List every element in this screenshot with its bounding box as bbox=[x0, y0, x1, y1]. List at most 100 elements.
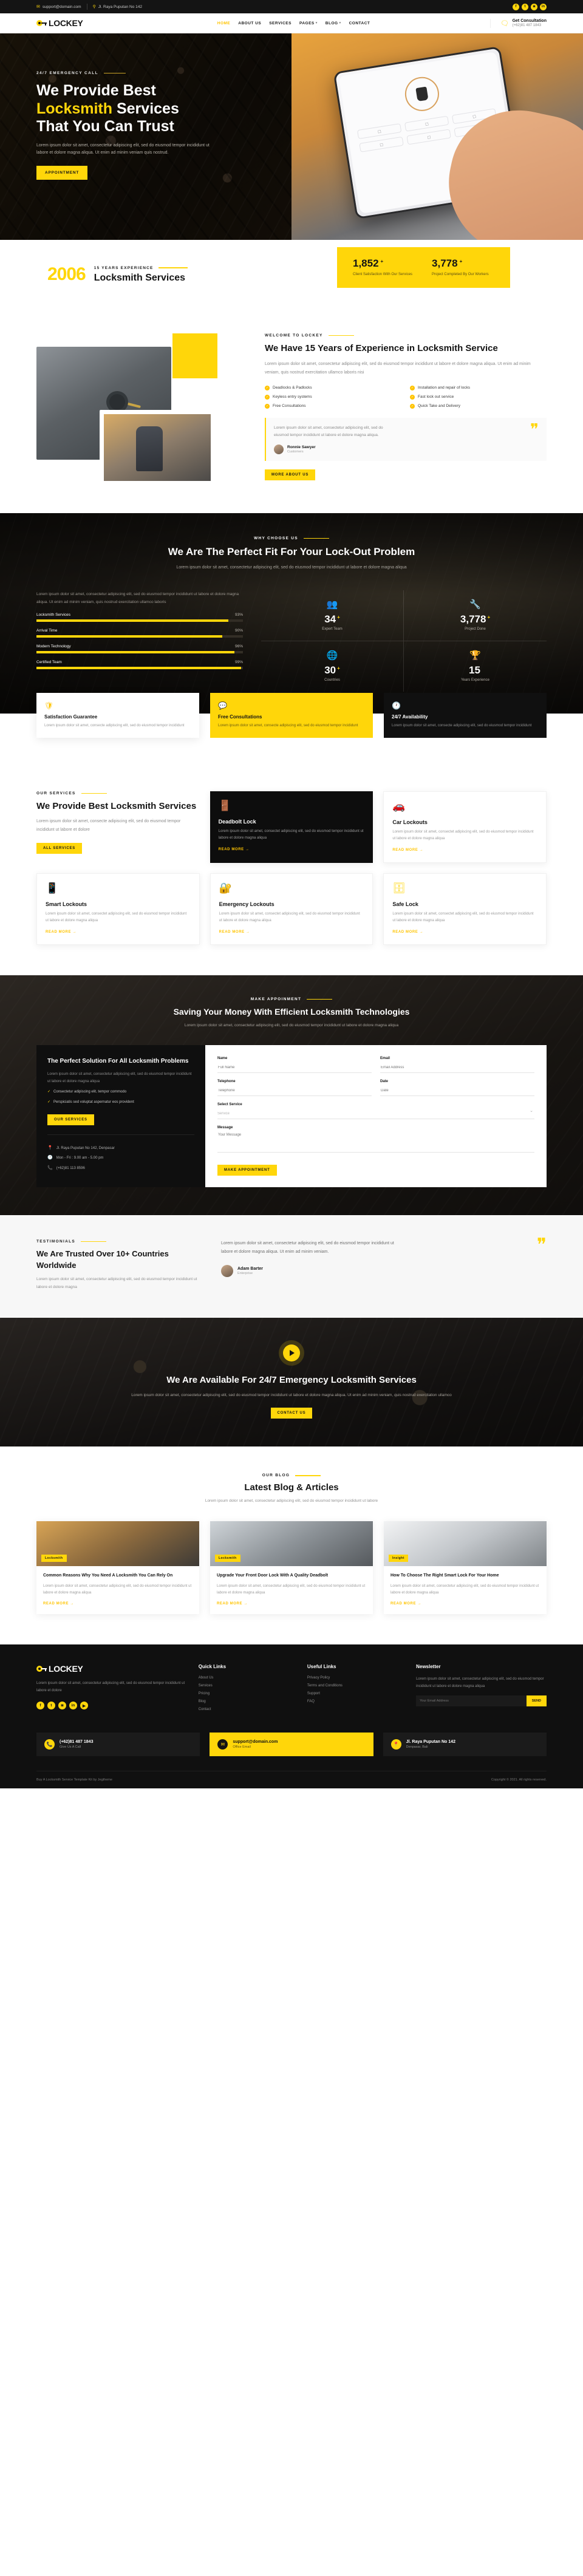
blog-read-more[interactable]: READ MORE → bbox=[43, 1602, 74, 1606]
footer-contact-address[interactable]: 📍 Jl. Raya Puputan No 142 Denpasar, Bali bbox=[383, 1733, 547, 1757]
testimonial-section: TESTIMONIALS We Are Trusted Over 10+ Cou… bbox=[0, 1215, 583, 1318]
blog-card[interactable]: Locksmith Upgrade Your Front Door Lock W… bbox=[210, 1521, 373, 1615]
service-title: Safe Lock bbox=[392, 901, 418, 908]
service-card-safe-lock[interactable]: 🗄 Safe Lock Lorem ipsum dolor sit amet, … bbox=[383, 873, 547, 946]
blog-tag[interactable]: Insight bbox=[389, 1555, 408, 1562]
globe-icon: 🌐 bbox=[326, 650, 338, 661]
check-icon: ✓ bbox=[265, 394, 270, 400]
name-input[interactable] bbox=[217, 1063, 372, 1074]
footer-link-pricing[interactable]: Pricing bbox=[199, 1692, 295, 1695]
smart-lock-icon: 📱 bbox=[46, 882, 59, 894]
feature-card-satisfaction-guarantee[interactable]: 🛡 Satisfaction Guarantee Lorem ipsum dol… bbox=[36, 693, 199, 738]
all-services-button[interactable]: ALL SERVICES bbox=[36, 842, 83, 854]
newsletter-email-input[interactable] bbox=[416, 1695, 527, 1707]
nav-item-contact[interactable]: CONTACT bbox=[349, 21, 370, 26]
blog-card[interactable]: Insight How To Choose The Right Smart Lo… bbox=[384, 1521, 547, 1615]
footer-link-contact[interactable]: Contact bbox=[199, 1708, 295, 1711]
service-card-emergency-lockouts[interactable]: 🔐 Emergency Lockouts Lorem ipsum dolor s… bbox=[210, 873, 373, 946]
footer-link-privacy-policy[interactable]: Privacy Policy bbox=[307, 1676, 404, 1680]
why-paragraph: Lorem ipsum dolor sit amet, consectetur … bbox=[176, 565, 407, 570]
linkedin-icon[interactable]: in bbox=[540, 3, 547, 10]
nav-consultation[interactable]: 🗨 Get Consultation (+62)81 487 1843 bbox=[489, 18, 547, 28]
blog-card[interactable]: Locksmith Common Reasons Why You Need A … bbox=[36, 1521, 199, 1615]
hero-paragraph: Lorem ipsum dolor sit amet, consectetur … bbox=[36, 143, 210, 155]
email-input[interactable] bbox=[380, 1063, 534, 1074]
divider bbox=[295, 1475, 321, 1476]
twitter-icon[interactable]: t bbox=[47, 1702, 55, 1710]
experience-eyebrow: 15 YEARS EXPERIENCE bbox=[94, 266, 188, 270]
service-read-more[interactable]: READ MORE → bbox=[392, 930, 423, 934]
worker-figure bbox=[135, 426, 163, 471]
date-input[interactable] bbox=[380, 1086, 534, 1097]
date-label: Date bbox=[380, 1080, 389, 1084]
facebook-icon[interactable]: f bbox=[513, 3, 519, 10]
service-read-more[interactable]: READ MORE → bbox=[46, 930, 77, 934]
hero-appointment-button[interactable]: APPOINTMENT bbox=[36, 166, 88, 180]
footer-useful-links: Useful Links Privacy Policy Terms and Co… bbox=[307, 1664, 404, 1716]
footer-link-terms[interactable]: Terms and Conditions bbox=[307, 1684, 404, 1688]
linkedin-icon[interactable]: in bbox=[69, 1702, 77, 1710]
feature-card-free-consultations[interactable]: 💬 Free Consultations Lorem ipsum dolor s… bbox=[210, 693, 373, 738]
telephone-input[interactable] bbox=[217, 1086, 372, 1097]
feature-item: ✓ Installation and repair of locks bbox=[410, 385, 470, 390]
nav-item-blog[interactable]: BLOG ▾ bbox=[326, 21, 341, 26]
service-read-more[interactable]: READ MORE → bbox=[219, 930, 250, 934]
service-read-more[interactable]: READ MORE → bbox=[392, 848, 423, 852]
services-paragraph: Lorem ipsum dolor sit amet, consecte adi… bbox=[36, 819, 181, 832]
stat-value: 30 bbox=[324, 664, 336, 676]
service-read-more[interactable]: READ MORE → bbox=[219, 848, 250, 851]
blog-read-more[interactable]: READ MORE → bbox=[390, 1602, 421, 1606]
footer-quick-links: Quick Links About Us Services Pricing Bl… bbox=[199, 1664, 295, 1716]
service-card-deadbolt-lock[interactable]: 🚪 Deadbolt Lock Lorem ipsum dolor sit am… bbox=[210, 791, 373, 864]
youtube-icon[interactable]: ▶ bbox=[80, 1702, 88, 1710]
footer-link-support[interactable]: Support bbox=[307, 1692, 404, 1695]
about-more-button[interactable]: MORE ABOUT US bbox=[265, 469, 316, 480]
footer-link-services[interactable]: Services bbox=[199, 1684, 295, 1688]
top-bar-contact-group: ✉ support@domain.com ⚲ Jl. Raya Puputan … bbox=[36, 4, 142, 10]
service-select[interactable]: Service bbox=[217, 1109, 534, 1120]
nav-item-services[interactable]: SERVICES bbox=[269, 21, 292, 26]
phone-icon: 📞 bbox=[44, 1739, 55, 1750]
blog-title: Latest Blog & Articles bbox=[244, 1482, 339, 1493]
video-cta-paragraph: Lorem ipsum dolor sit amet, consectetur … bbox=[131, 1393, 452, 1398]
make-appointment-button[interactable]: MAKE APPOINTMENT bbox=[217, 1165, 277, 1176]
nav-item-home[interactable]: HOME bbox=[217, 21, 231, 26]
site-logo[interactable]: LOCKEY bbox=[36, 18, 83, 28]
top-bar-address[interactable]: ⚲ Jl. Raya Puputan No 142 bbox=[93, 5, 142, 9]
blog-tag[interactable]: Locksmith bbox=[41, 1555, 67, 1562]
check-icon: ✓ bbox=[410, 394, 415, 400]
service-card-smart-lockouts[interactable]: 📱 Smart Lockouts Lorem ipsum dolor sit a… bbox=[36, 873, 200, 946]
blog-read-more[interactable]: READ MORE → bbox=[217, 1602, 248, 1606]
stat-label: Years Experience bbox=[461, 678, 489, 682]
twitter-icon[interactable]: t bbox=[522, 3, 528, 10]
divider bbox=[81, 792, 107, 794]
counter-card: 1,852 + Client Satisfaction With Our Serv… bbox=[337, 247, 510, 288]
footer-contact-phone[interactable]: 📞 (+62)81 487 1843 Give Us A Call bbox=[36, 1733, 200, 1757]
telephone-label: Telephone bbox=[217, 1080, 236, 1084]
stat-value: 3,778 bbox=[460, 613, 486, 625]
nav-item-about-us[interactable]: ABOUT US bbox=[238, 21, 261, 26]
footer-credit: Buy A Locksmith Service Template Kit by … bbox=[36, 1778, 112, 1782]
video-cta-contact-button[interactable]: CONTACT US bbox=[270, 1408, 313, 1419]
feature-card-text: Lorem ipsum dolor sit amet, consecte adi… bbox=[218, 724, 358, 727]
service-title: Car Lockouts bbox=[392, 819, 428, 826]
instagram-icon[interactable]: ◙ bbox=[531, 3, 537, 10]
nav-item-pages[interactable]: PAGES ▾ bbox=[299, 21, 318, 26]
newsletter-send-button[interactable]: SEND bbox=[526, 1695, 547, 1707]
feature-card-availability[interactable]: 🕐 24/7 Availability Lorem ipsum dolor si… bbox=[384, 693, 547, 738]
appointment-services-button[interactable]: OUR SERVICES bbox=[47, 1114, 94, 1125]
top-bar-email[interactable]: ✉ support@domain.com bbox=[36, 5, 81, 9]
footer-link-faq[interactable]: FAQ bbox=[307, 1700, 404, 1703]
service-card-car-lockouts[interactable]: 🚗 Car Lockouts Lorem ipsum dolor sit ame… bbox=[383, 791, 547, 864]
footer-link-blog[interactable]: Blog bbox=[199, 1700, 295, 1703]
footer-link-about-us[interactable]: About Us bbox=[199, 1676, 295, 1680]
footer-logo[interactable]: LOCKEY bbox=[36, 1664, 186, 1674]
blog-tag[interactable]: Locksmith bbox=[215, 1555, 240, 1562]
facebook-icon[interactable]: f bbox=[36, 1702, 44, 1710]
consultation-phone: (+62)81 487 1843 bbox=[512, 24, 542, 27]
play-icon[interactable] bbox=[283, 1344, 300, 1362]
message-textarea[interactable] bbox=[217, 1132, 534, 1153]
instagram-icon[interactable]: ◙ bbox=[58, 1702, 66, 1710]
footer-contact-email[interactable]: ✉ support@domain.com Office Email bbox=[210, 1733, 373, 1757]
stat-value: 15 bbox=[469, 664, 480, 676]
